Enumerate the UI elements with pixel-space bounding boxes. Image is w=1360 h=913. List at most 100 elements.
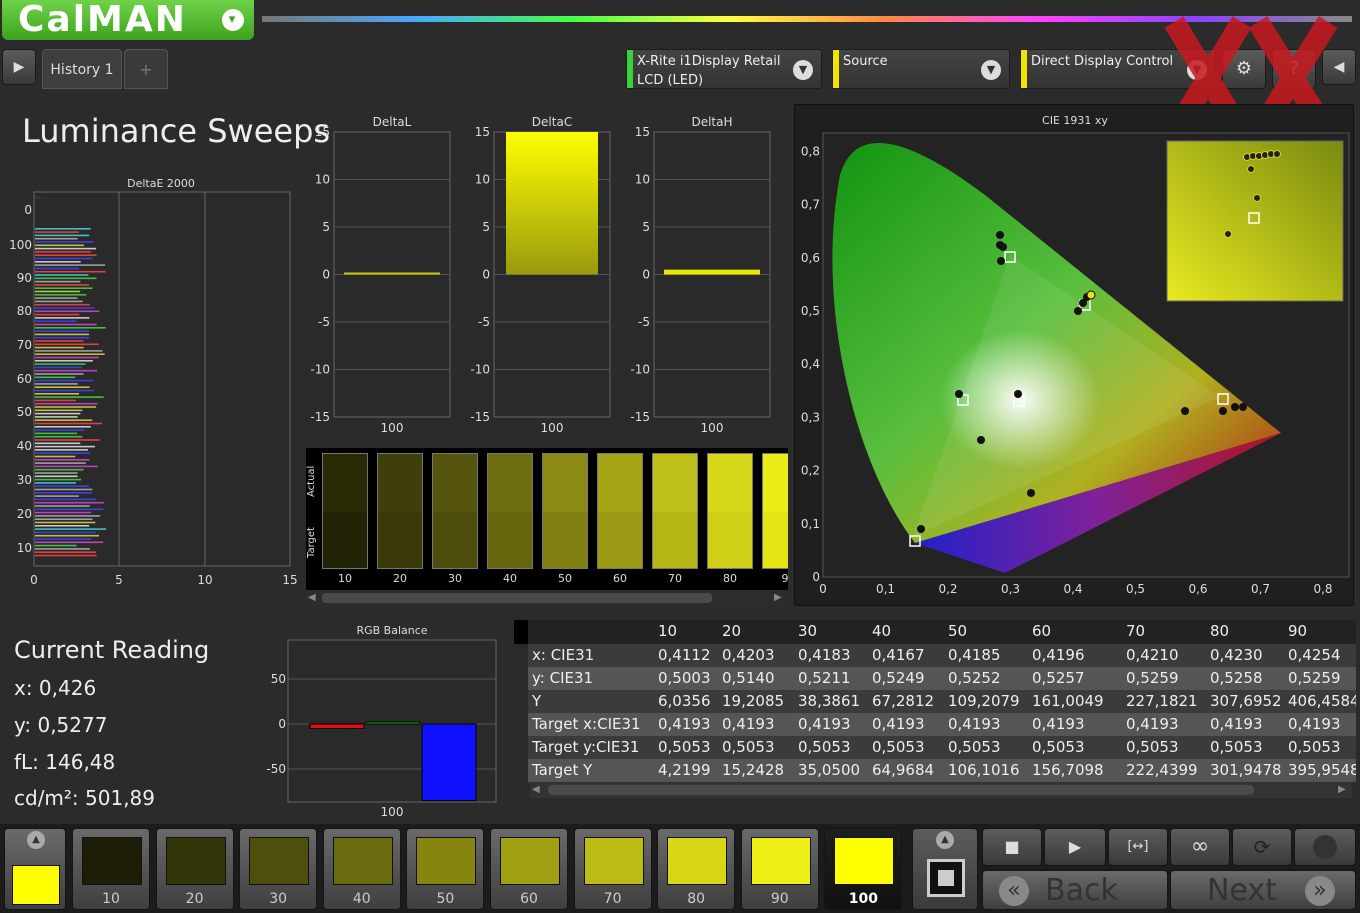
table-column-header: 30 [798,622,818,640]
row-selector[interactable] [514,713,528,736]
scroll-thumb[interactable] [322,593,712,603]
deltae-bar [35,465,98,468]
table-cell: 0,5259 [1126,669,1179,687]
deltae-bar [35,521,96,524]
swatch-actual [598,454,642,512]
chevron-down-icon[interactable]: ▾ [222,9,244,31]
table-corner [514,620,528,644]
deltae-bar [35,462,86,464]
chevron-down-icon: ▼ [793,60,813,80]
row-selector[interactable] [514,736,528,759]
deltae-bar [35,317,90,319]
source-dropdown[interactable]: Source ▼ [832,49,1010,89]
patch-window-control[interactable]: ▲ [912,828,978,910]
swatch-actual [323,454,367,512]
swatch-pair [597,453,643,569]
patch-button-20[interactable]: 20 [155,828,234,910]
rgb-balance-chart: 50 0 -50 100 [266,639,497,819]
range-button[interactable]: [↔] [1108,828,1168,866]
tab-history-1[interactable]: History 1 [42,49,122,89]
rgb-y-tick-label: -50 [266,762,286,776]
patch-button-50[interactable]: 50 [406,828,485,910]
delta-y-tick-label: -5 [318,315,330,329]
deltae-bar [35,515,101,517]
table-scrollbar[interactable]: ◀ ▶ [530,782,1352,798]
inset-measured-point [1247,165,1255,173]
deltae-bar [35,386,90,388]
back-button[interactable]: « Back [982,870,1168,910]
table-cell: 0,4193 [722,715,775,733]
play-nav-icon[interactable]: ▶ [2,49,36,85]
patch-button-100[interactable]: 100 [824,828,903,910]
deltae-bar [35,518,93,520]
deltae-y-tick-label: 80 [17,304,32,318]
deltae-bar [35,274,89,276]
chevron-up-icon[interactable]: ▲ [27,831,45,849]
delta-y-tick-label: 0 [322,268,330,282]
deltae-bar [35,373,84,375]
deltae-bar [35,333,90,336]
chevron-up-icon[interactable]: ▲ [936,831,954,849]
table-row: Target y:CIE31 0,5053 0,5053 0,5053 0,5053 0,… [514,736,1356,759]
table-cell: 301,9478 [1210,761,1282,779]
meter-dropdown[interactable]: X-Rite i1Display Retail LCD (LED) ▼ [626,49,822,89]
row-selector[interactable] [514,667,528,690]
patch-button-90[interactable]: 90 [740,828,819,910]
display-color-stripe [1021,50,1027,88]
deltae-bar [35,439,101,441]
scroll-thumb[interactable] [548,785,1254,795]
next-button[interactable]: Next » [1170,870,1356,910]
rgb-y-tick-label: 0 [278,717,286,731]
deltae-bar [35,231,79,233]
patch-button-40[interactable]: 40 [322,828,401,910]
patch-button-70[interactable]: 70 [573,828,652,910]
deltae-bar [35,402,98,405]
deltae-y-tick-label: 50 [17,405,32,419]
cie-measured-point [977,436,985,444]
row-selector[interactable] [514,644,528,667]
patch-swatch [82,837,142,885]
deltae-bar [35,495,79,497]
disabled-button[interactable] [1294,828,1356,866]
scroll-right-icon[interactable]: ▶ [774,592,784,604]
deltae-bar [35,455,76,458]
patch-button-30[interactable]: 30 [239,828,318,910]
cie-measured-point [1027,489,1035,497]
deltae-bar [35,244,85,247]
refresh-button[interactable]: ⟳ [1232,828,1292,866]
deltae-bar [35,237,78,240]
stop-button[interactable]: ■ [982,828,1042,866]
deltae-bar [35,300,83,303]
cie-chart-panel: CIE 1931 xy 0,8 0,7 0,6 0,5 0,4 0,3 0,2 … [794,104,1354,606]
loop-button[interactable]: ∞ [1170,828,1230,866]
table-row-label: Y [532,692,542,710]
deltae-bar [35,429,84,431]
row-selector[interactable] [514,759,528,782]
patch-button-80[interactable]: 80 [657,828,736,910]
deltae-bar [35,294,87,296]
current-reading-title: Current Reading [14,636,210,664]
table-cell: 307,6952 [1210,692,1282,710]
scroll-right-icon[interactable]: ▶ [1338,784,1346,795]
patch-button-10[interactable]: 10 [72,828,150,910]
calman-window: CalMAN ▾ ▶ History 1 + X-Rite i1Display … [0,0,1360,913]
reading-cdm2: cd/m²: 501,89 [14,786,156,810]
deltae-x-tick-label: 15 [282,573,297,587]
deltae-bar [35,264,106,266]
add-tab-button[interactable]: + [124,49,168,89]
current-patch-indicator[interactable]: ▲ [4,828,66,910]
calman-logo[interactable]: CalMAN ▾ [2,0,254,40]
patch-button-60[interactable]: 60 [490,828,568,910]
row-selector[interactable] [514,690,528,713]
delta-bar [344,272,440,275]
play-button[interactable]: ▶ [1044,828,1106,866]
deltae-y-tick-label: 10 [17,541,32,555]
scroll-left-icon[interactable]: ◀ [308,592,318,604]
cie-x-tick-label: 0,7 [1251,582,1270,596]
deltae-bar [35,303,91,306]
deltae-chart: 0 100 90 80 70 60 50 40 30 20 10 0 5 10 15 [9,191,298,587]
scroll-left-icon[interactable]: ◀ [532,784,540,795]
table-cell: 227,1821 [1126,692,1198,710]
swatch-target [598,512,642,568]
swatch-scrollbar[interactable]: ◀ ▶ [306,590,788,606]
